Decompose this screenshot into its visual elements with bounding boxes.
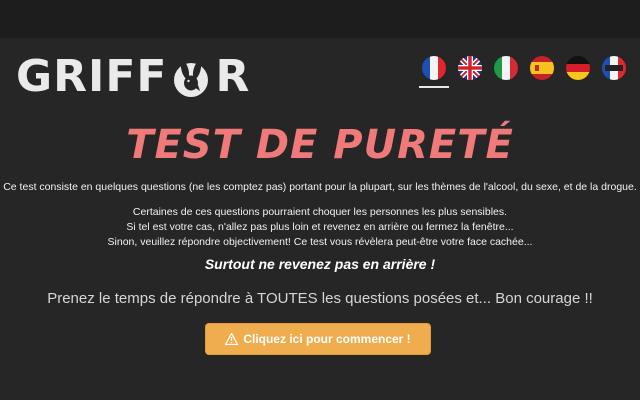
intro-text: Ce test consiste en quelques questions (… bbox=[3, 181, 637, 193]
top-bar bbox=[0, 0, 640, 38]
courage-text: Prenez le temps de répondre à TOUTES les… bbox=[47, 290, 593, 307]
fr-alt-flag-icon bbox=[602, 56, 626, 80]
language-fr-alt[interactable] bbox=[602, 56, 626, 88]
warning-text: Certaines de ces questions pourraient ch… bbox=[0, 205, 640, 250]
griffor-logo[interactable]: GRIFF R bbox=[16, 52, 250, 102]
warning-line: Certaines de ces questions pourraient ch… bbox=[132, 206, 508, 218]
fr-flag-icon bbox=[422, 56, 446, 80]
warning-icon bbox=[225, 333, 239, 345]
language-en[interactable] bbox=[458, 56, 482, 88]
warning-line: Sinon, veuillez répondre objectivement! … bbox=[107, 236, 533, 248]
warning-line: Si tel est votre cas, n'allez pas plus l… bbox=[126, 221, 514, 233]
language-es[interactable] bbox=[530, 56, 554, 88]
page-title: TEST DE PURETÉ bbox=[126, 122, 514, 168]
language-fr[interactable] bbox=[419, 56, 449, 88]
de-flag-icon bbox=[566, 56, 590, 80]
language-selector bbox=[419, 56, 626, 88]
language-it[interactable] bbox=[494, 56, 518, 88]
emphasis-text: Surtout ne revenez pas en arrière ! bbox=[204, 256, 436, 272]
es-flag-icon bbox=[530, 56, 554, 80]
uk-flag-icon bbox=[458, 56, 482, 80]
logo-text-right: R bbox=[215, 51, 251, 102]
logo-text-left: GRIFF bbox=[16, 51, 168, 102]
bunny-icon bbox=[174, 61, 209, 97]
language-de[interactable] bbox=[566, 56, 590, 88]
it-flag-icon bbox=[494, 56, 518, 80]
site-header: GRIFF R bbox=[0, 38, 640, 116]
start-test-button[interactable]: Cliquez ici pour commencer ! bbox=[205, 323, 431, 355]
start-button-label: Cliquez ici pour commencer ! bbox=[243, 332, 411, 346]
active-language-indicator bbox=[419, 86, 449, 88]
